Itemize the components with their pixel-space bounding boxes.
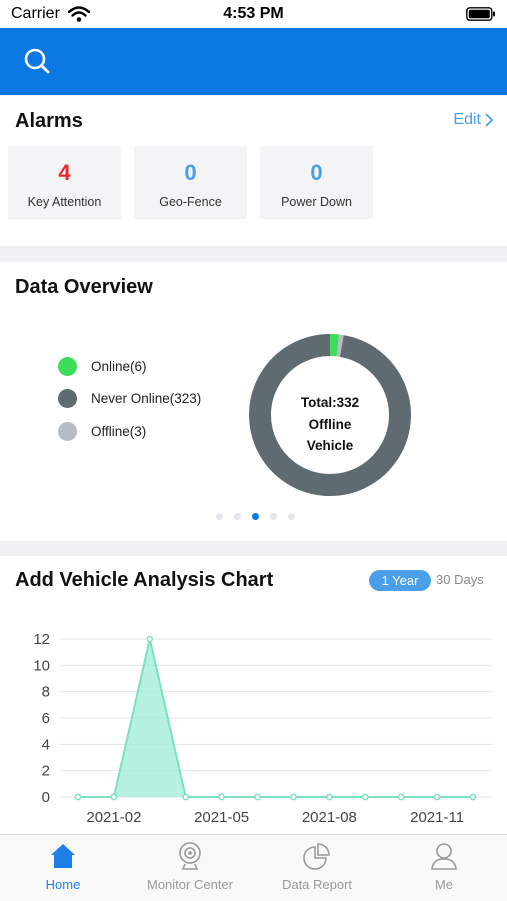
donut-line: Vehicle xyxy=(284,435,376,457)
range-1-year-button[interactable]: 1 Year xyxy=(369,570,431,591)
x-tick-label: 2021-02 xyxy=(86,809,141,826)
tab-me[interactable]: Me xyxy=(381,835,507,901)
alarm-value: 0 xyxy=(134,160,247,186)
x-tick-label: 2021-05 xyxy=(194,809,249,826)
legend-dot xyxy=(58,389,77,408)
data-point xyxy=(363,794,368,799)
data-point xyxy=(111,794,116,799)
tab-monitor-center[interactable]: Monitor Center xyxy=(127,835,253,901)
y-tick-label: 2 xyxy=(42,763,50,780)
search-icon[interactable] xyxy=(22,46,52,76)
alarm-label: Geo-Fence xyxy=(134,195,247,209)
y-tick-label: 12 xyxy=(33,631,50,648)
alarms-section: Alarms Edit 4 Key Attention 0 Geo-Fence … xyxy=(0,96,507,246)
data-overview-title: Data Overview xyxy=(15,276,153,299)
data-point xyxy=(291,794,296,799)
legend-dot xyxy=(58,357,77,376)
donut-slice[interactable] xyxy=(338,345,342,346)
data-point xyxy=(327,794,332,799)
legend-label: Online(6) xyxy=(91,359,147,374)
tab-home[interactable]: Home xyxy=(0,835,126,901)
page-indicator[interactable] xyxy=(0,513,507,521)
page-dot[interactable] xyxy=(252,513,259,520)
analysis-title: Add Vehicle Analysis Chart xyxy=(15,569,273,592)
pie-chart-icon xyxy=(302,841,332,871)
edit-link[interactable]: Edit xyxy=(453,111,481,129)
alarm-label: Power Down xyxy=(260,195,373,209)
clock: 4:53 PM xyxy=(0,5,507,23)
data-overview-section: Data Overview Online(6) Never Online(323… xyxy=(0,262,507,541)
y-tick-label: 6 xyxy=(42,710,50,727)
x-tick-label: 2021-11 xyxy=(410,809,464,826)
tab-label: Home xyxy=(0,877,126,892)
tab-data-report[interactable]: Data Report xyxy=(254,835,380,901)
alarm-value: 0 xyxy=(260,160,373,186)
data-point xyxy=(75,794,80,799)
person-icon xyxy=(429,841,459,871)
donut-center-label: Total:332 Offline Vehicle xyxy=(284,392,376,457)
alarms-title: Alarms xyxy=(15,110,83,133)
alarm-card-power-down[interactable]: 0 Power Down xyxy=(260,146,373,219)
alarm-value: 4 xyxy=(8,160,121,186)
vehicle-analysis-chart: 0 2 4 6 8 10 12 2021-02 2021-05 2021-08 2021-11 xyxy=(0,618,507,832)
page-dot[interactable] xyxy=(288,513,295,520)
data-point xyxy=(255,794,260,799)
page-dot[interactable] xyxy=(270,513,277,520)
home-icon xyxy=(48,841,78,871)
alarm-card-key-attention[interactable]: 4 Key Attention xyxy=(8,146,121,219)
x-tick-label: 2021-08 xyxy=(302,809,357,826)
alarm-card-geo-fence[interactable]: 0 Geo-Fence xyxy=(134,146,247,219)
alarm-label: Key Attention xyxy=(8,195,121,209)
chevron-right-icon[interactable] xyxy=(484,113,493,127)
top-app-bar xyxy=(0,28,507,95)
legend-label: Never Online(323) xyxy=(91,391,201,406)
y-tick-label: 4 xyxy=(42,736,50,753)
data-point xyxy=(399,794,404,799)
page-dot[interactable] xyxy=(216,513,223,520)
y-tick-label: 10 xyxy=(33,657,50,674)
tab-label: Me xyxy=(381,877,507,892)
tab-label: Monitor Center xyxy=(127,877,253,892)
webcam-icon xyxy=(175,841,205,871)
page-dot[interactable] xyxy=(234,513,241,520)
legend-label: Offline(3) xyxy=(91,424,146,439)
battery-icon xyxy=(466,7,496,21)
status-bar: Carrier 4:53 PM xyxy=(0,0,507,28)
tab-label: Data Report xyxy=(254,877,380,892)
data-point xyxy=(470,794,475,799)
data-point xyxy=(434,794,439,799)
data-point xyxy=(147,636,152,641)
data-point xyxy=(183,794,188,799)
donut-total: Total:332 xyxy=(284,392,376,414)
y-tick-label: 8 xyxy=(42,684,50,701)
donut-line: Offline xyxy=(284,414,376,436)
tab-bar: Home Monitor Center Data Report Me xyxy=(0,834,507,901)
data-point xyxy=(219,794,224,799)
range-30-days-button[interactable]: 30 Days xyxy=(436,572,484,587)
vehicle-analysis-section: Add Vehicle Analysis Chart 1 Year 30 Day… xyxy=(0,556,507,834)
legend-dot xyxy=(58,422,77,441)
y-tick-label: 0 xyxy=(42,789,50,806)
